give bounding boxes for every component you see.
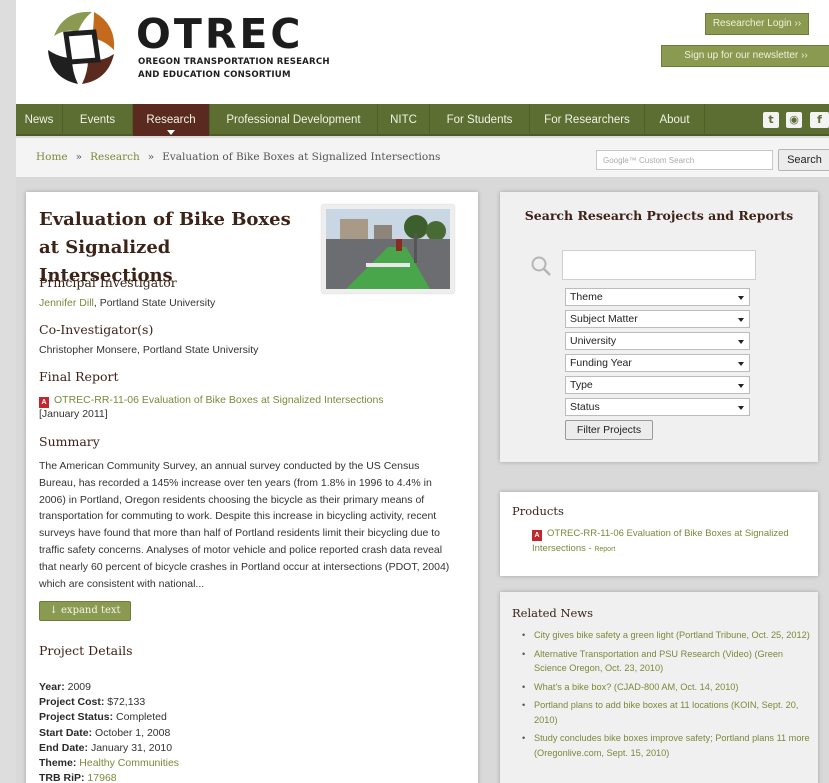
content-area: Evaluation of Bike Boxes at Signalized I… [16, 178, 829, 783]
filter-projects-button[interactable]: Filter Projects [565, 420, 653, 440]
pi-name-link[interactable]: Jennifer Dill [39, 297, 94, 309]
search-icon [531, 256, 551, 276]
project-details-heading: Project Details [39, 643, 133, 658]
active-caret-icon [167, 130, 175, 135]
dropdown-arrow-icon [738, 296, 744, 300]
research-search-panel: Search Research Projects and Reports The… [500, 192, 818, 462]
detail-year: Year: 2009 [39, 681, 91, 693]
research-keyword-input[interactable] [562, 250, 756, 280]
researcher-login-button[interactable]: Researcher Login ›› [705, 13, 809, 35]
twitter-icon[interactable]: t [763, 112, 779, 128]
pdf-icon: A [532, 530, 542, 541]
related-news-heading: Related News [512, 606, 594, 620]
type-select[interactable]: Type [565, 376, 750, 394]
coi-name: Christopher Monsere, Portland State Univ… [39, 344, 259, 356]
site-header: OTREC OREGON TRANSPORTATION RESEARCH AND… [16, 0, 829, 104]
breadcrumb-bar: Home » Research » Evaluation of Bike Boxes a… [16, 138, 829, 178]
project-photo[interactable] [322, 205, 454, 293]
research-search-title: Search Research Projects and Reports [524, 208, 794, 223]
pdf-icon: A [39, 397, 49, 408]
dropdown-arrow-icon [738, 406, 744, 410]
summary-heading: Summary [39, 434, 100, 449]
summary-text: The American Community Survey, an annual… [39, 460, 450, 590]
dropdown-arrow-icon [738, 318, 744, 322]
trb-link[interactable]: 17968 [87, 772, 116, 783]
theme-link[interactable]: Healthy Communities [79, 757, 179, 769]
brand-title: OTREC [136, 10, 304, 58]
final-report-date: [January 2011] [39, 408, 108, 420]
subject-matter-select[interactable]: Subject Matter [565, 310, 750, 328]
breadcrumb-research[interactable]: Research [90, 151, 140, 163]
dropdown-arrow-icon [738, 340, 744, 344]
nav-item-for-researchers[interactable]: For Researchers [530, 104, 645, 136]
dropdown-arrow-icon [738, 362, 744, 366]
final-report-line: A OTREC-RR-11-06 Evaluation of Bike Boxes… [39, 394, 384, 408]
detail-status: Project Status: Completed [39, 711, 167, 724]
final-report-heading: Final Report [39, 369, 119, 384]
otrec-logo-icon[interactable] [44, 6, 118, 88]
nav-item-for-students[interactable]: For Students [430, 104, 530, 136]
detail-cost: Project Cost: $72,133 [39, 696, 146, 709]
news-item[interactable]: What's a bike box? (CJAD-800 AM, Oct. 14… [520, 680, 810, 695]
news-item[interactable]: Alternative Transportation and PSU Resea… [520, 647, 810, 676]
detail-end: End Date: January 31, 2010 [39, 741, 173, 754]
nav-item-news[interactable]: News [16, 104, 63, 136]
breadcrumb-separator: » [75, 151, 83, 163]
nav-item-professional-development[interactable]: Professional Development [210, 104, 378, 136]
related-news-list: City gives bike safety a green light (Po… [520, 628, 810, 764]
nav-item-nitc[interactable]: NITC [378, 104, 430, 136]
pi-affiliation: , Portland State University [93, 297, 216, 309]
site-search-input[interactable]: Google™ Custom Search [596, 150, 773, 170]
university-select[interactable]: University [565, 332, 750, 350]
detail-trb: TRB RiP: 17968 [39, 772, 117, 783]
theme-select[interactable]: Theme [565, 288, 750, 306]
related-news-panel: Related News City gives bike safety a gr… [500, 592, 818, 783]
news-item[interactable]: City gives bike safety a green light (Po… [520, 628, 810, 643]
news-item[interactable]: Study concludes bike boxes improve safet… [520, 731, 810, 760]
coi-heading: Co-Investigator(s) [39, 322, 154, 337]
pi-line: Jennifer Dill, Portland State University [39, 297, 215, 309]
nav-item-events[interactable]: Events [63, 104, 133, 136]
nav-item-about[interactable]: About [645, 104, 705, 136]
news-item[interactable]: Portland plans to add bike boxes at 11 l… [520, 698, 810, 727]
newsletter-signup-button[interactable]: Sign up for our newsletter ›› [661, 45, 829, 67]
dropdown-arrow-icon [738, 384, 744, 388]
project-details: Year: 2009 Project Cost: $72,133 Project… [39, 680, 179, 783]
product-link[interactable]: OTREC-RR-11-06 Evaluation of Bike Boxes … [532, 528, 789, 554]
detail-theme: Theme: Healthy Communities [39, 757, 180, 770]
nav-item-research[interactable]: Research [133, 104, 210, 136]
site-search-button[interactable]: Search [778, 149, 829, 171]
breadcrumb: Home » Research » Evaluation of Bike Boxes a… [36, 151, 440, 163]
rss-icon[interactable]: ◉ [786, 112, 802, 128]
breadcrumb-home[interactable]: Home [36, 151, 68, 163]
breadcrumb-current: Evaluation of Bike Boxes at Signalized I… [162, 151, 441, 163]
facebook-icon[interactable]: f [810, 112, 829, 128]
main-nav: News Events Research Professional Develo… [16, 104, 829, 136]
products-panel: Products A OTREC-RR-11-06 Evaluation of B… [500, 492, 818, 576]
status-select[interactable]: Status [565, 398, 750, 416]
products-heading: Products [512, 504, 564, 518]
page: OTREC OREGON TRANSPORTATION RESEARCH AND… [0, 0, 829, 783]
detail-start: Start Date: October 1, 2008 [39, 726, 171, 739]
nav-item-research-label: Research [146, 114, 196, 126]
breadcrumb-separator: » [147, 151, 155, 163]
expand-text-button[interactable]: ↓ expand text [39, 601, 131, 621]
funding-year-select[interactable]: Funding Year [565, 354, 750, 372]
final-report-link[interactable]: OTREC-RR-11-06 Evaluation of Bike Boxes … [54, 394, 384, 406]
bike-box-photo-icon [326, 209, 450, 289]
pi-heading: Principal Investigator [39, 275, 177, 290]
brand-subtitle: OREGON TRANSPORTATION RESEARCH AND EDUCA… [138, 56, 330, 82]
product-type: Report [594, 546, 616, 553]
product-item: A OTREC-RR-11-06 Evaluation of Bike Boxes… [532, 528, 789, 554]
brand-subtitle-line2: AND EDUCATION CONSORTIUM [138, 70, 291, 80]
project-card: Evaluation of Bike Boxes at Signalized I… [26, 192, 478, 783]
brand-subtitle-line1: OREGON TRANSPORTATION RESEARCH [138, 57, 330, 67]
